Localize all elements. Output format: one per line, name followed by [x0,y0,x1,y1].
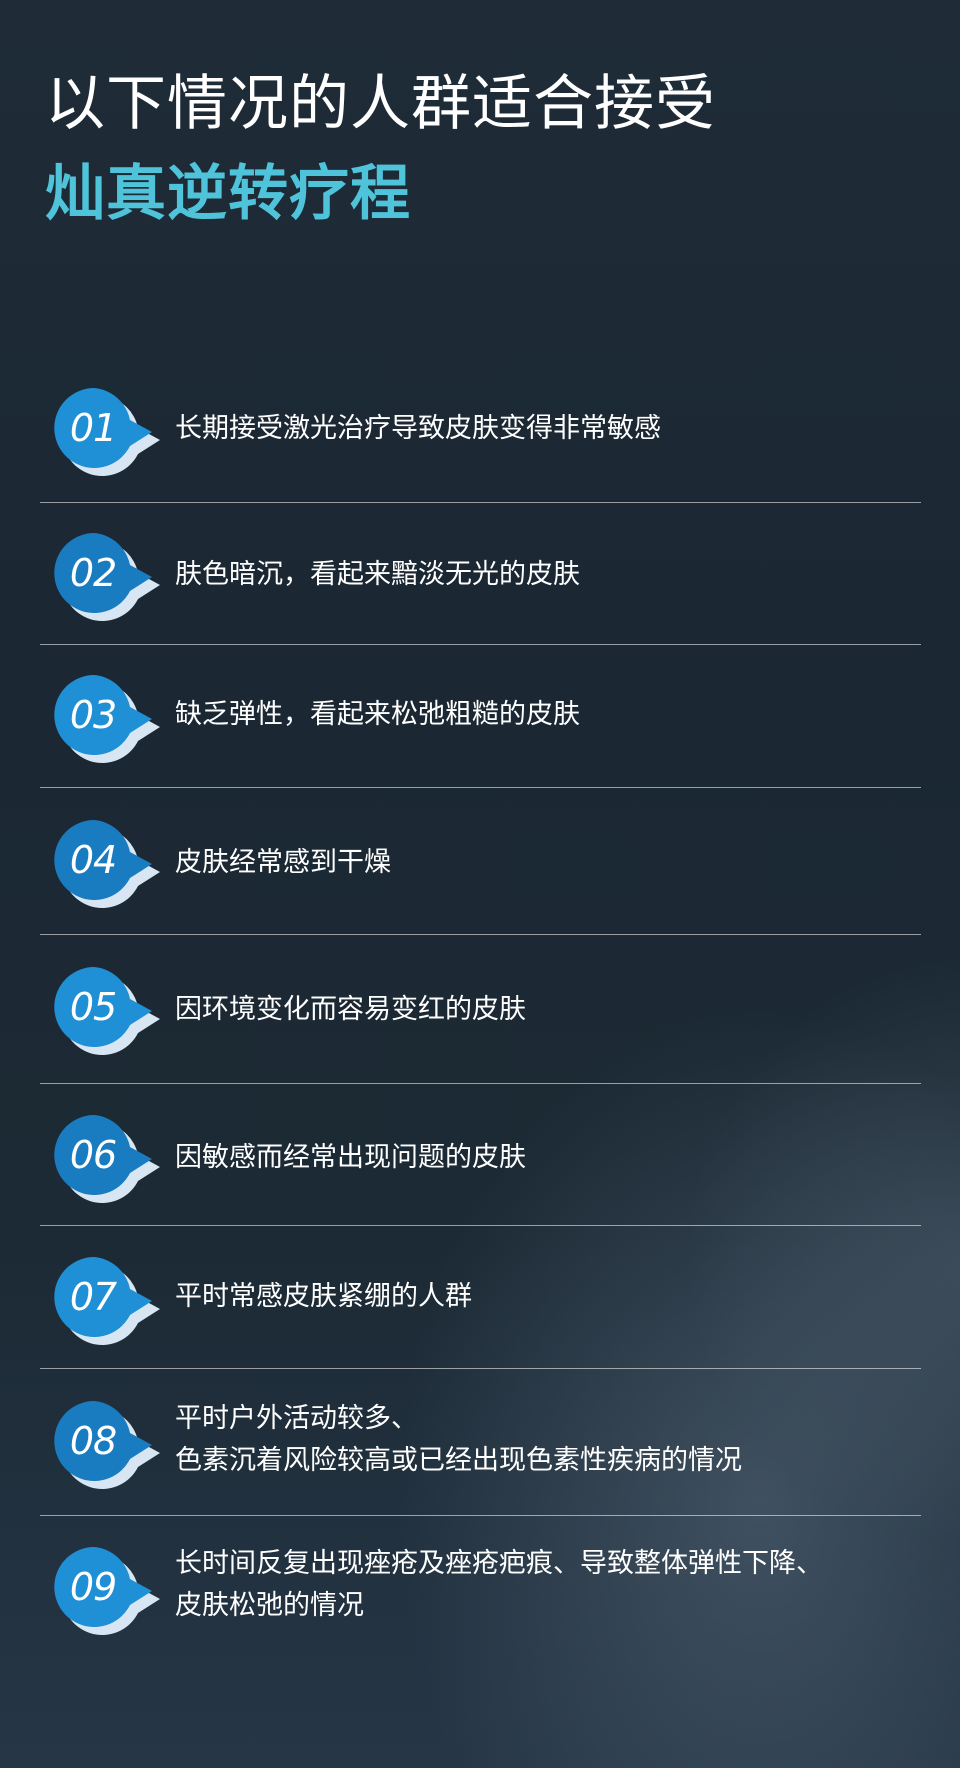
item-text-line-1: 因敏感而经常出现问题的皮肤 [175,1142,526,1173]
number-badge-08: 08 [52,1399,162,1489]
criteria-item-02: 肤色暗沉，看起来黯淡无光的皮肤 [175,554,580,596]
number-badge-01: 01 [52,386,162,476]
item-text-line-1: 缺乏弹性，看起来松弛粗糙的皮肤 [175,699,580,730]
number-badge-05: 05 [52,965,162,1055]
item-text-line-1: 平时户外活动较多、 [175,1403,418,1434]
criteria-item-06: 因敏感而经常出现问题的皮肤 [175,1137,526,1179]
criteria-item-09: 长时间反复出现痤疮及痤疮疤痕、导致整体弹性下降、 皮肤松弛的情况 [175,1543,823,1627]
item-text-line-2: 色素沉着风险较高或已经出现色素性疾病的情况 [175,1445,742,1476]
divider [40,1368,921,1369]
divider [40,1083,921,1084]
badge-number: 01 [69,406,117,450]
divider [40,787,921,788]
item-text-line-1: 因环境变化而容易变红的皮肤 [175,994,526,1025]
criteria-item-07: 平时常感皮肤紧绷的人群 [175,1276,472,1318]
number-badge-03: 03 [52,673,162,763]
criteria-item-08: 平时户外活动较多、 色素沉着风险较高或已经出现色素性疾病的情况 [175,1398,742,1482]
divider [40,1225,921,1226]
criteria-item-03: 缺乏弹性，看起来松弛粗糙的皮肤 [175,694,580,736]
divider [40,502,921,503]
divider [40,1515,921,1516]
number-badge-06: 06 [52,1113,162,1203]
badge-number: 05 [69,985,117,1029]
criteria-item-04: 皮肤经常感到干燥 [175,842,391,884]
number-badge-09: 09 [52,1545,162,1635]
item-text-line-2: 皮肤松弛的情况 [175,1590,364,1621]
item-text-line-1: 皮肤经常感到干燥 [175,847,391,878]
number-badge-07: 07 [52,1255,162,1345]
item-text-line-1: 长期接受激光治疗导致皮肤变得非常敏感 [175,413,661,444]
badge-number: 03 [69,693,117,737]
divider [40,644,921,645]
badge-number: 06 [69,1133,117,1177]
divider [40,934,921,935]
criteria-list: 01 长期接受激光治疗导致皮肤变得非常敏感 02 肤色暗沉，看起来黯淡无光的皮肤… [0,0,960,1768]
item-text-line-1: 平时常感皮肤紧绷的人群 [175,1281,472,1312]
number-badge-02: 02 [52,531,162,621]
criteria-item-01: 长期接受激光治疗导致皮肤变得非常敏感 [175,408,661,450]
criteria-item-05: 因环境变化而容易变红的皮肤 [175,989,526,1031]
badge-number: 09 [69,1565,117,1609]
item-text-line-1: 长时间反复出现痤疮及痤疮疤痕、导致整体弹性下降、 [175,1548,823,1579]
item-text-line-1: 肤色暗沉，看起来黯淡无光的皮肤 [175,559,580,590]
badge-number: 07 [69,1275,117,1319]
badge-number: 02 [69,551,117,595]
badge-number: 04 [69,838,117,882]
number-badge-04: 04 [52,818,162,908]
badge-number: 08 [69,1419,117,1463]
